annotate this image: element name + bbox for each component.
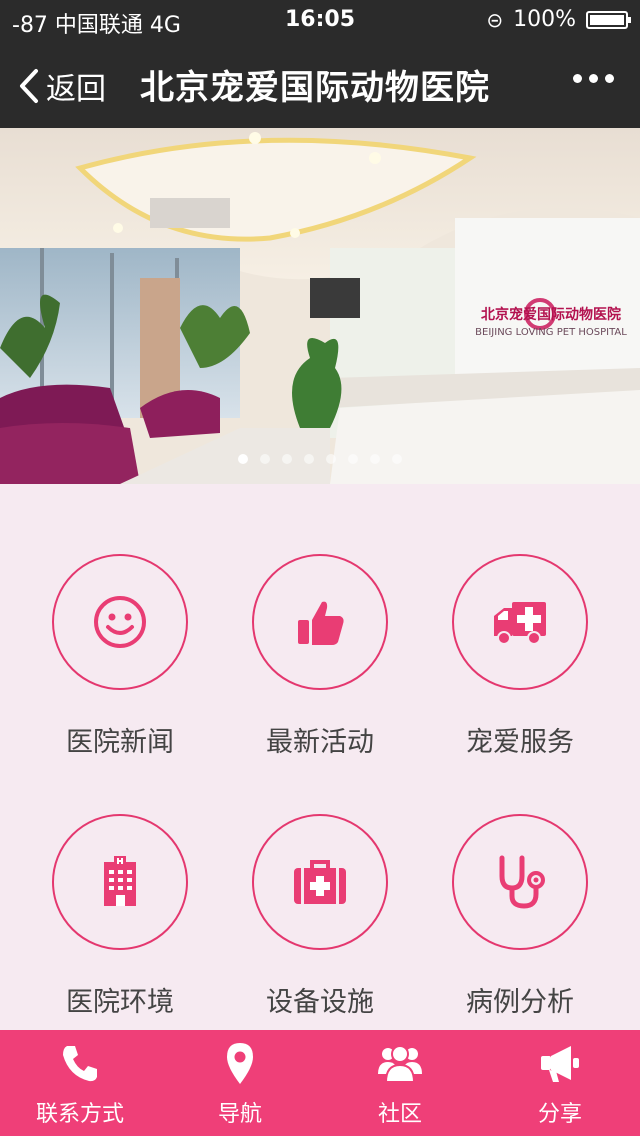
carousel-dot[interactable] bbox=[304, 454, 314, 464]
tab-share[interactable]: 分享 bbox=[480, 1030, 640, 1136]
back-button[interactable]: 返回 bbox=[18, 64, 106, 108]
menu-item-label: 设备设施 bbox=[266, 987, 374, 1018]
menu-item-label: 医院环境 bbox=[66, 987, 174, 1018]
menu-item-case-analysis[interactable]: 病例分析 bbox=[420, 814, 620, 1019]
menu-grid: 医院新闻 最新活动 宠爱服务 医院环境 设备设施 病例分析 bbox=[0, 484, 640, 1030]
carousel-dot[interactable] bbox=[326, 454, 336, 464]
thumbs-up-icon bbox=[298, 601, 344, 645]
phone-icon bbox=[63, 1046, 97, 1082]
tab-community[interactable]: 社区 bbox=[320, 1030, 480, 1136]
chevron-left-icon bbox=[20, 69, 38, 103]
users-icon bbox=[378, 1045, 422, 1083]
carousel-dot[interactable] bbox=[238, 454, 248, 464]
menu-item-label: 病例分析 bbox=[466, 987, 574, 1018]
tab-label: 导航 bbox=[217, 1102, 262, 1127]
tab-navigation[interactable]: 导航 bbox=[160, 1030, 320, 1136]
bottom-tab-bar: 联系方式 导航 社区 分享 bbox=[0, 1030, 640, 1136]
menu-item-equipment[interactable]: 设备设施 bbox=[220, 814, 420, 1019]
menu-item-latest-events[interactable]: 最新活动 bbox=[220, 554, 420, 759]
medkit-icon bbox=[294, 860, 346, 904]
carousel-dot[interactable] bbox=[348, 454, 358, 464]
menu-item-pet-services[interactable]: 宠爱服务 bbox=[420, 554, 620, 759]
sign-en: BEIJING LOVING PET HOSPITAL bbox=[475, 327, 627, 338]
tab-contact[interactable]: 联系方式 bbox=[0, 1030, 160, 1136]
menu-item-label: 医院新闻 bbox=[66, 727, 174, 758]
carousel-dot[interactable] bbox=[392, 454, 402, 464]
tab-label: 联系方式 bbox=[35, 1102, 124, 1127]
sign-cn: 北京宠爱国际动物医院 bbox=[481, 307, 621, 323]
menu-item-label: 最新活动 bbox=[266, 727, 374, 758]
battery-icon bbox=[586, 10, 631, 29]
more-menu-button[interactable] bbox=[573, 74, 614, 83]
carousel-dot[interactable] bbox=[282, 454, 292, 464]
menu-item-label: 宠爱服务 bbox=[466, 727, 574, 758]
status-bar: -87 中国联通 4G 16:05 ⊝ 100% bbox=[0, 0, 640, 40]
banner-carousel[interactable]: 北京宠爱国际动物医院 BEIJING LOVING PET HOSPITAL bbox=[0, 128, 640, 484]
carousel-dot[interactable] bbox=[370, 454, 380, 464]
carousel-dot[interactable] bbox=[260, 454, 270, 464]
menu-item-hospital-environment[interactable]: 医院环境 bbox=[20, 814, 220, 1019]
carousel-indicator bbox=[0, 454, 640, 464]
stethoscope-icon bbox=[499, 855, 545, 909]
more-icon bbox=[573, 74, 582, 83]
menu-item-hospital-news[interactable]: 医院新闻 bbox=[20, 554, 220, 759]
hospital-sign: 北京宠爱国际动物医院 BEIJING LOVING PET HOSPITAL bbox=[462, 304, 640, 338]
map-pin-icon bbox=[227, 1043, 253, 1084]
megaphone-icon bbox=[541, 1046, 579, 1082]
rotation-lock-icon: ⊝ bbox=[486, 7, 504, 32]
ambulance-icon bbox=[494, 602, 546, 645]
back-label: 返回 bbox=[46, 72, 106, 107]
building-icon bbox=[104, 856, 136, 906]
nav-bar: 返回 北京宠爱国际动物医院 bbox=[0, 40, 640, 128]
tab-label: 分享 bbox=[537, 1102, 582, 1127]
page-title: 北京宠爱国际动物医院 bbox=[140, 68, 490, 108]
tab-label: 社区 bbox=[377, 1102, 422, 1127]
smile-icon bbox=[94, 596, 146, 648]
battery-percent: 100% bbox=[513, 7, 576, 32]
